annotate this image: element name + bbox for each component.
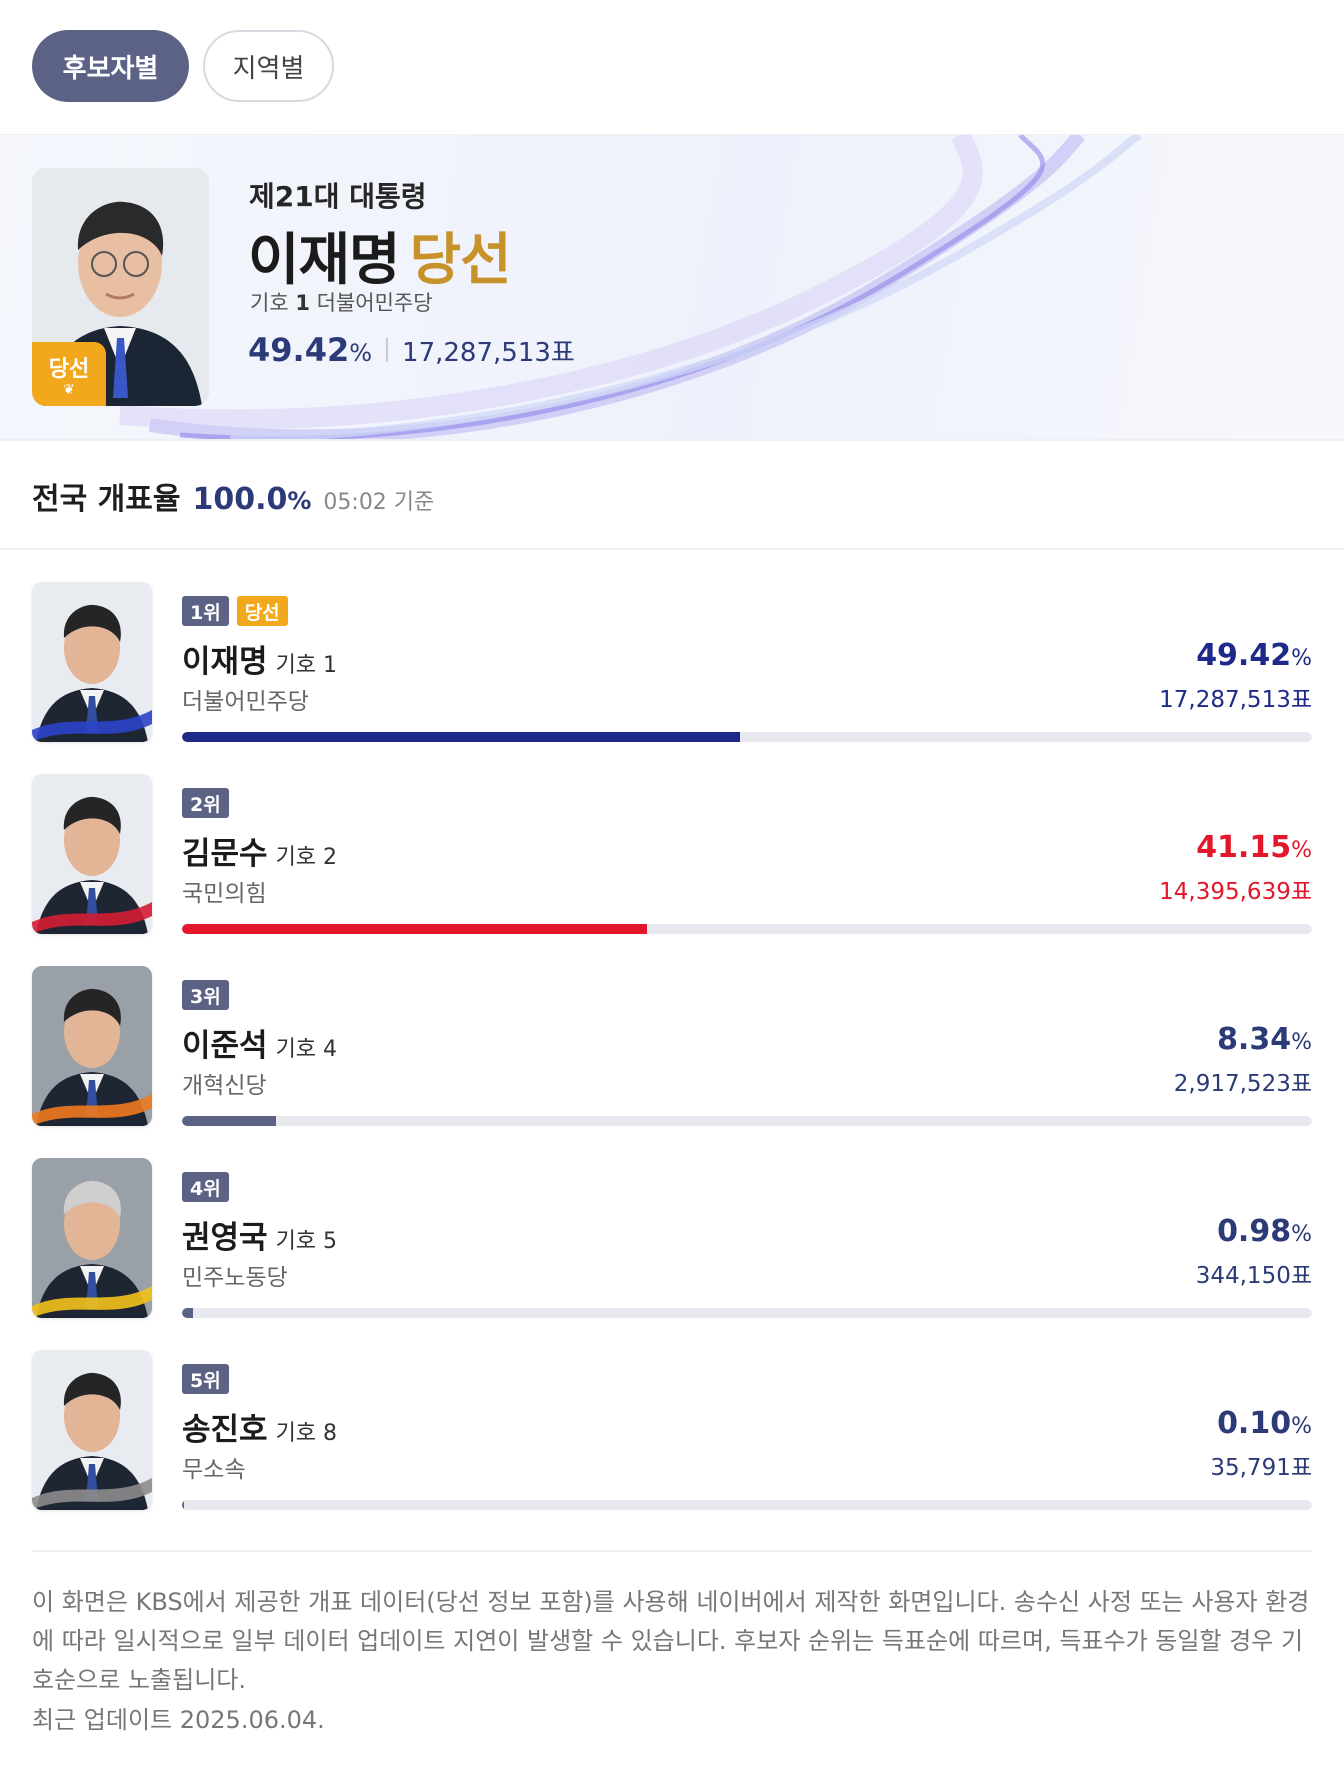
candidate-row: 5위 송진호 기호 8 무소속 0.10% 35,791표 (32, 1350, 1312, 1510)
count-rate-value: 100.0% (192, 482, 312, 517)
candidate-row: 1위 당선 이재명 기호 1 더불어민주당 49.42% 17,287,513표 (32, 582, 1312, 742)
vote-share-bar (182, 924, 1312, 934)
candidate-party: 더불어민주당 (182, 689, 309, 715)
vote-share-bar (182, 1116, 1312, 1126)
vote-share-fill (182, 924, 647, 934)
candidate-votes: 14,395,639표 (1159, 879, 1312, 905)
candidate-name: 권영국 기호 5 (182, 1220, 338, 1256)
candidate-percent: 8.34% (1217, 1022, 1312, 1057)
election-title: 제21대 대통령 (249, 180, 427, 213)
vote-share-bar (182, 1308, 1312, 1318)
candidate-row: 4위 권영국 기호 5 민주노동당 0.98% 344,150표 (32, 1158, 1312, 1318)
winner-name: 이재명 당선 (248, 228, 512, 293)
tab-by-region[interactable]: 지역별 (203, 30, 334, 102)
tab-by-candidate[interactable]: 후보자별 (32, 30, 189, 102)
rank-badge: 2위 (182, 788, 229, 818)
tab-bar: 후보자별 지역별 (32, 30, 334, 102)
divider (0, 439, 1344, 441)
vote-share-fill (182, 732, 741, 742)
vote-share-bar (182, 732, 1312, 742)
candidate-name: 송진호 기호 8 (182, 1412, 338, 1448)
candidate-photo (32, 966, 152, 1126)
candidate-row: 3위 이준석 기호 4 개혁신당 8.34% 2,917,523표 (32, 966, 1312, 1126)
candidate-votes: 344,150표 (1195, 1263, 1312, 1289)
candidate-votes: 2,917,523표 (1173, 1071, 1312, 1097)
count-time: 05:02 기준 (323, 490, 435, 515)
candidate-votes: 35,791표 (1210, 1455, 1312, 1481)
candidate-photo (32, 774, 152, 934)
rank-badge: 5위 (182, 1364, 229, 1394)
winner-stats: 49.42% 17,287,513표 (248, 331, 575, 369)
data-notice: 이 화면은 KBS에서 제공한 개표 데이터(당선 정보 포함)를 사용해 네이… (32, 1588, 1310, 1694)
candidate-photo (32, 1350, 152, 1510)
candidate-percent: 49.42% (1196, 638, 1312, 673)
vote-share-fill (182, 1308, 194, 1318)
candidate-percent: 0.10% (1217, 1406, 1312, 1441)
winner-percent: 49.42% (248, 331, 373, 369)
winner-badge: 당선 ❦ (32, 342, 106, 406)
candidate-party: 개혁신당 (182, 1073, 267, 1099)
candidate-votes: 17,287,513표 (1159, 687, 1312, 713)
candidate-photo (32, 582, 152, 742)
candidate-row: 2위 김문수 기호 2 국민의힘 41.15% 14,395,639표 (32, 774, 1312, 934)
vote-share-fill (182, 1500, 185, 1510)
candidate-photo (32, 1158, 152, 1318)
rank-badge: 1위 (182, 596, 229, 626)
winner-photo: 당선 ❦ (32, 168, 209, 406)
divider (32, 1550, 1312, 1552)
vote-share-bar (182, 1500, 1312, 1510)
winner-party: 기호 1 더불어민주당 (250, 291, 433, 315)
candidate-party: 민주노동당 (182, 1265, 288, 1291)
candidate-name: 이재명 기호 1 (182, 644, 338, 680)
vote-share-fill (182, 1116, 277, 1126)
candidate-percent: 41.15% (1196, 830, 1312, 865)
divider (0, 548, 1344, 550)
candidate-name: 김문수 기호 2 (182, 836, 338, 872)
winner-banner: 당선 ❦ 제21대 대통령 이재명 당선 기호 1 더불어민주당 49.42% 1… (0, 135, 1344, 439)
candidate-name: 이준석 기호 4 (182, 1028, 338, 1064)
candidate-party: 국민의힘 (182, 881, 267, 907)
win-label: 당선 (409, 228, 512, 293)
rank-badge: 4위 (182, 1172, 229, 1202)
winner-votes: 17,287,513표 (402, 337, 575, 368)
rank-badge: 3위 (182, 980, 229, 1010)
candidate-percent: 0.98% (1217, 1214, 1312, 1249)
count-rate: 전국 개표율 100.0% 05:02 기준 (32, 482, 435, 517)
elected-badge: 당선 (236, 596, 288, 626)
candidate-party: 무소속 (182, 1457, 246, 1483)
last-updated: 최근 업데이트 2025.06.04. (32, 1706, 325, 1734)
